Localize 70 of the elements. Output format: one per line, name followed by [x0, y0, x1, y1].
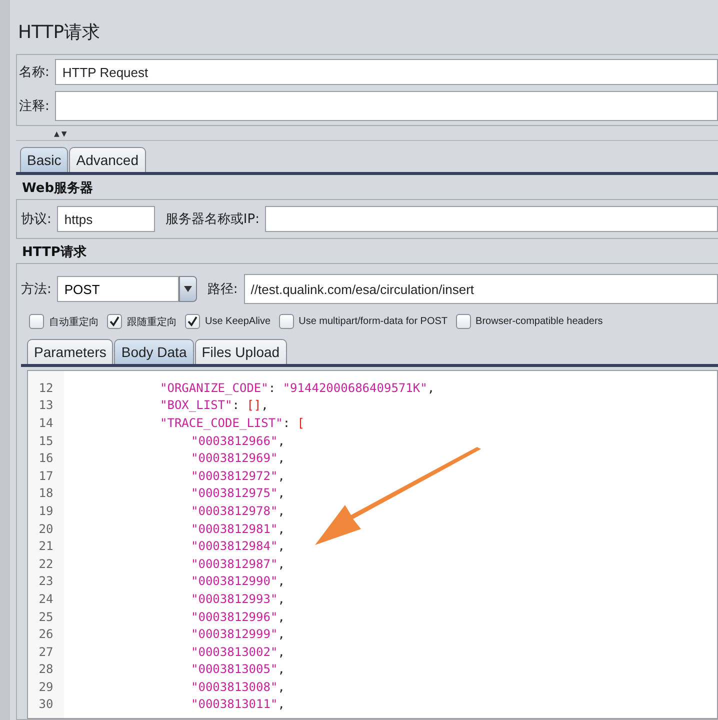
code-line: "0003812990", [191, 574, 285, 588]
line-number: 23 [38, 574, 54, 588]
line-number: 22 [38, 556, 54, 571]
line-number: 12 [38, 380, 54, 395]
field-label: 协议: [21, 211, 52, 228]
line-number: 13 [38, 398, 54, 412]
line-number: 19 [38, 504, 54, 518]
checkbox-label: Use KeepAlive [205, 316, 271, 327]
server-field[interactable] [265, 206, 718, 232]
code-line: "0003812984", [191, 539, 285, 554]
line-number: 17 [38, 468, 54, 483]
field-label: 路径: [207, 281, 238, 298]
code-line: "0003812978", [191, 504, 285, 518]
code-line: "0003813011", [191, 697, 285, 712]
code-line: "ORGANIZE_CODE": "91442000686409571K", [160, 380, 435, 395]
path-field[interactable]: //test.qualink.com/esa/circulation/insert [244, 274, 718, 304]
line-number: 18 [38, 486, 54, 500]
checkbox-label: 跟随重定向 [127, 316, 177, 328]
code-line: "0003812969", [191, 451, 285, 466]
line-number: 15 [38, 434, 54, 448]
checkbox[interactable] [278, 314, 294, 329]
line-number: 20 [38, 522, 54, 536]
code-line: "0003813005", [191, 662, 285, 676]
tab[interactable]: Basic [20, 147, 68, 172]
code-line: "0003812975", [191, 486, 285, 500]
checkbox[interactable] [185, 314, 200, 329]
line-number: 27 [38, 644, 54, 659]
field-label: 名称: [19, 64, 50, 81]
comment-field[interactable] [55, 91, 718, 121]
window-title: HTTP请求 [18, 21, 102, 44]
code-line: "0003813002", [191, 644, 285, 659]
code-line: "TRACE_CODE_LIST": [ [160, 416, 305, 430]
field-label: 服务器名称或IP: [165, 211, 260, 228]
protocol-field[interactable]: https [57, 206, 156, 232]
code-line: "0003812987", [191, 556, 285, 571]
caret-icon [184, 286, 192, 292]
code-line: "0003812981", [191, 522, 285, 536]
code-line: "0003813008", [191, 680, 285, 694]
line-number: 21 [38, 539, 54, 554]
dropdown-button[interactable] [179, 276, 198, 302]
checkbox[interactable] [107, 314, 122, 329]
section-heading: HTTP请求 [22, 244, 88, 261]
checkbox-label: 自动重定向 [49, 316, 99, 328]
checkbox[interactable] [456, 314, 471, 329]
checkbox[interactable] [29, 314, 44, 329]
field-label: 注释: [19, 98, 50, 115]
field-label: 方法: [21, 281, 52, 298]
tab[interactable]: Files Upload [194, 339, 287, 364]
line-number: 30 [38, 697, 54, 712]
line-number: 24 [38, 592, 54, 606]
line-number: 25 [38, 610, 54, 624]
code-line: "0003812972", [191, 468, 285, 483]
checkbox-label: Use multipart/form-data for POST [298, 316, 448, 327]
code-line: "BOX_LIST": [], [160, 398, 268, 412]
tab[interactable]: Body Data [114, 339, 194, 364]
tab[interactable]: Parameters [27, 339, 114, 364]
tab[interactable]: Advanced [69, 147, 146, 172]
line-number: 26 [38, 627, 54, 642]
line-number: 28 [38, 662, 54, 676]
code-line: "0003812996", [191, 610, 285, 624]
line-number: 16 [38, 451, 54, 466]
code-line: "0003812993", [191, 592, 285, 606]
checkbox-label: Browser-compatible headers [476, 316, 603, 327]
line-number: 14 [38, 416, 54, 430]
line-number: 29 [38, 680, 54, 694]
code-line: "0003812966", [191, 434, 285, 448]
code-editor[interactable] [27, 370, 718, 719]
section-heading: Web服务器 [22, 180, 94, 197]
code-line: "0003812999", [191, 627, 285, 642]
name-field[interactable]: HTTP Request [55, 59, 718, 85]
